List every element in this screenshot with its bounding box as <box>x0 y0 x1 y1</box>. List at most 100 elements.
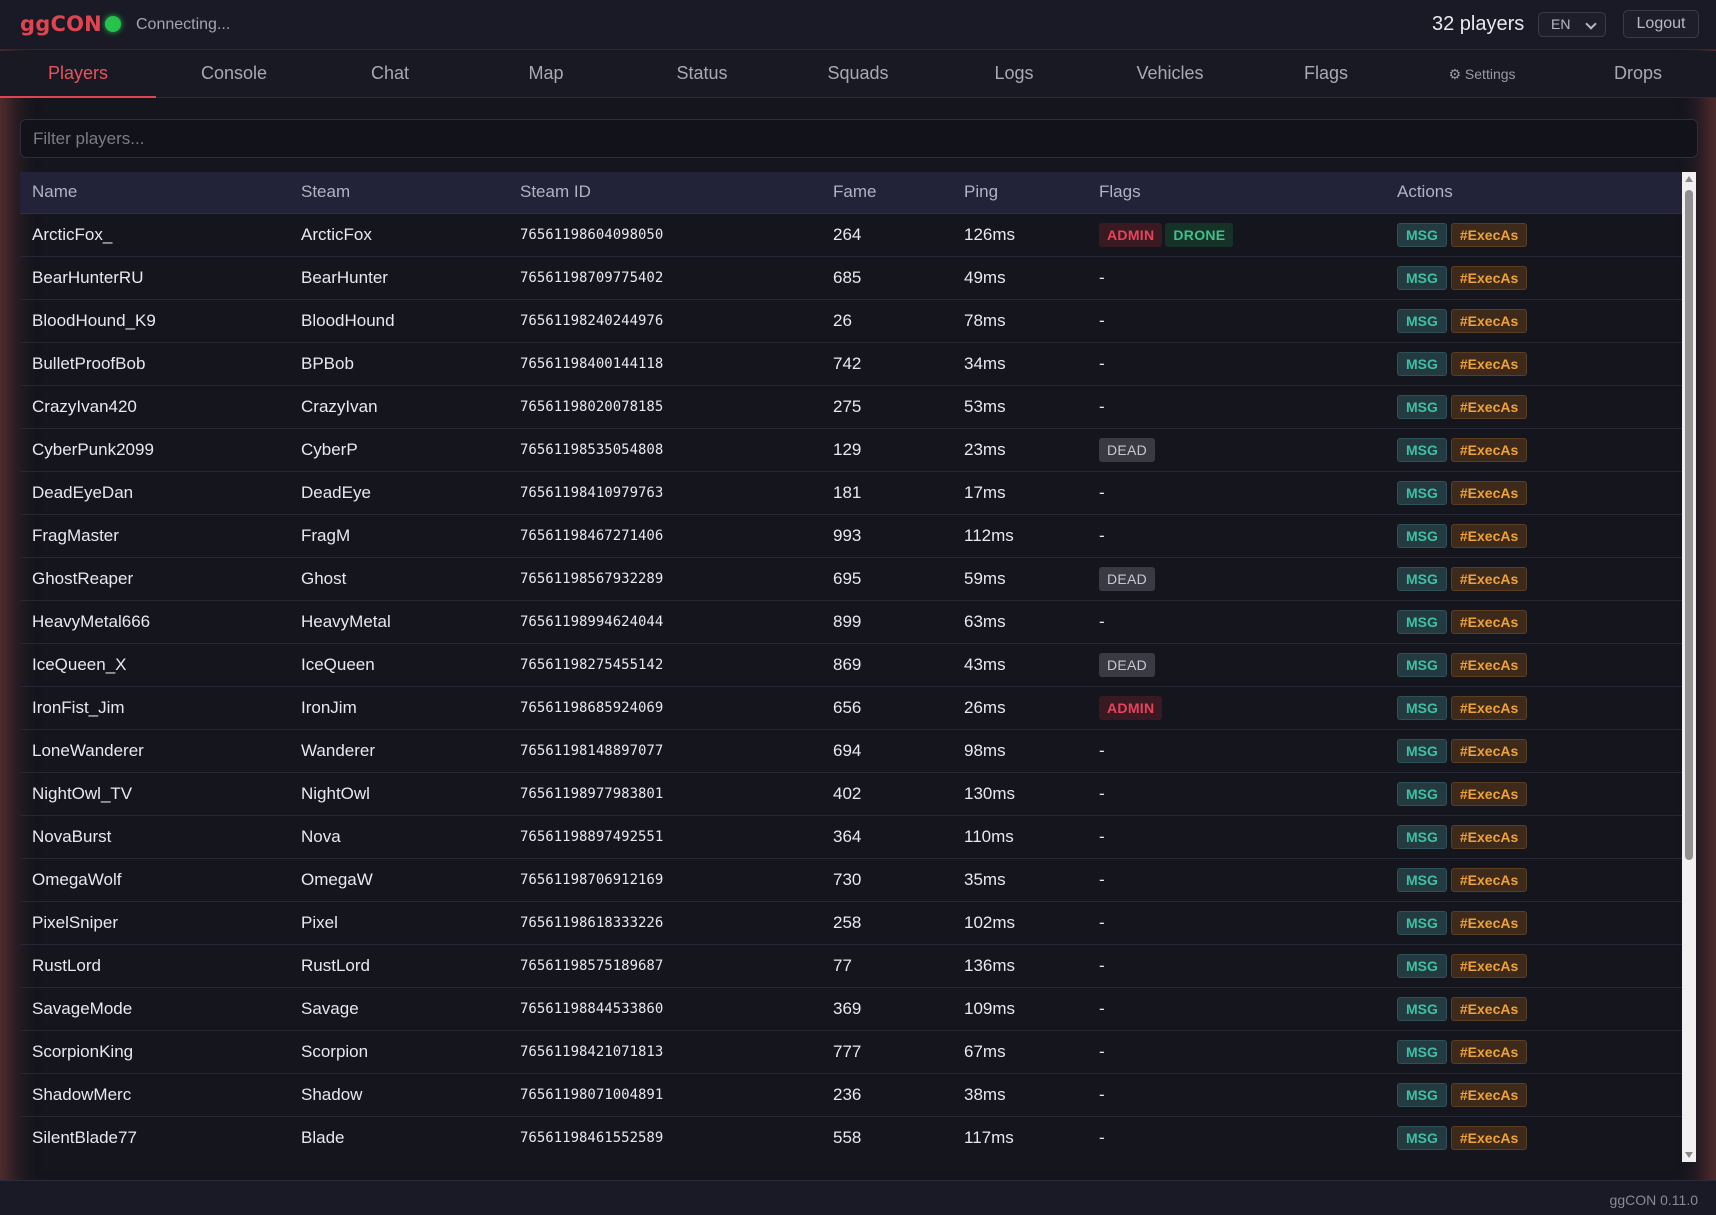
msg-button[interactable]: MSG <box>1397 437 1447 462</box>
exec-as-button[interactable]: #ExecAs <box>1450 265 1528 290</box>
table-row[interactable]: LoneWanderer Wanderer 76561198148897077 694… <box>20 729 1682 772</box>
tab-flags[interactable]: Flags <box>1248 51 1404 98</box>
table-row[interactable]: BearHunterRU BearHunter 76561198709775402 6… <box>20 256 1682 299</box>
table-row[interactable]: GhostReaper Ghost 76561198567932289 695 59ms… <box>20 557 1682 600</box>
table-row[interactable]: ShadowMerc Shadow 76561198071004891 236 38ms… <box>20 1073 1682 1116</box>
msg-button[interactable]: MSG <box>1397 910 1447 935</box>
column-header-flags[interactable]: Flags <box>1087 172 1385 214</box>
msg-button[interactable]: MSG <box>1397 480 1447 505</box>
scrollbar-thumb[interactable] <box>1685 190 1693 860</box>
actions-cell: MSG #ExecAs <box>1385 428 1682 471</box>
exec-as-button[interactable]: #ExecAs <box>1450 867 1528 892</box>
table-row[interactable]: DeadEyeDan DeadEye 76561198410979763 181 17m… <box>20 471 1682 514</box>
exec-as-button[interactable]: #ExecAs <box>1450 695 1528 720</box>
tab-status[interactable]: Status <box>624 51 780 98</box>
column-header-name[interactable]: Name <box>20 172 289 214</box>
column-header-ping[interactable]: Ping <box>952 172 1087 214</box>
table-row[interactable]: HeavyMetal666 HeavyMetal 76561198994624044… <box>20 600 1682 643</box>
msg-button[interactable]: MSG <box>1397 308 1447 333</box>
exec-as-button[interactable]: #ExecAs <box>1450 222 1528 247</box>
table-row[interactable]: NovaBurst Nova 76561198897492551 364 110ms - M… <box>20 815 1682 858</box>
msg-button[interactable]: MSG <box>1397 394 1447 419</box>
tab-map[interactable]: Map <box>468 51 624 98</box>
exec-as-button[interactable]: #ExecAs <box>1450 437 1528 462</box>
msg-button[interactable]: MSG <box>1397 609 1447 634</box>
table-row[interactable]: FragMaster FragM 76561198467271406 993 112ms… <box>20 514 1682 557</box>
actions-cell: MSG #ExecAs <box>1385 729 1682 772</box>
column-header-steam-id[interactable]: Steam ID <box>508 172 821 214</box>
msg-button[interactable]: MSG <box>1397 1082 1447 1107</box>
exec-as-button[interactable]: #ExecAs <box>1450 996 1528 1021</box>
tab-vehicles[interactable]: Vehicles <box>1092 51 1248 98</box>
table-row[interactable]: BulletProofBob BPBob 76561198400144118 742 3… <box>20 342 1682 385</box>
filter-players-input[interactable] <box>20 119 1698 158</box>
fame-value: 777 <box>833 1041 862 1061</box>
tab-console[interactable]: Console <box>156 51 312 98</box>
msg-button[interactable]: MSG <box>1397 523 1447 548</box>
exec-as-button[interactable]: #ExecAs <box>1450 1039 1528 1064</box>
table-row[interactable]: CyberPunk2099 CyberP 76561198535054808 129 2… <box>20 428 1682 471</box>
table-row[interactable]: SilentBlade77 Blade 76561198461552589 558 11… <box>20 1116 1682 1155</box>
table-row[interactable]: RustLord RustLord 76561198575189687 77 136ms… <box>20 944 1682 987</box>
table-row[interactable]: IceQueen_X IceQueen 76561198275455142 869 43… <box>20 643 1682 686</box>
tab-players[interactable]: Players <box>0 51 156 98</box>
msg-button[interactable]: MSG <box>1397 351 1447 376</box>
msg-button[interactable]: MSG <box>1397 695 1447 720</box>
table-row[interactable]: SavageMode Savage 76561198844533860 369 109m… <box>20 987 1682 1030</box>
msg-button[interactable]: MSG <box>1397 996 1447 1021</box>
msg-button[interactable]: MSG <box>1397 566 1447 591</box>
column-header-fame[interactable]: Fame <box>821 172 952 214</box>
player-name: NightOwl_TV <box>32 783 133 803</box>
msg-button[interactable]: MSG <box>1397 953 1447 978</box>
app-window: ggCON Connecting... 32 players EN Logout… <box>0 0 1716 1215</box>
scroll-down-icon[interactable] <box>1685 1152 1693 1158</box>
msg-button[interactable]: MSG <box>1397 265 1447 290</box>
table-row[interactable]: ArcticFox_ ArcticFox 76561198604098050 264 1… <box>20 213 1682 256</box>
ping-value: 112ms <box>964 525 1014 545</box>
msg-button[interactable]: MSG <box>1397 222 1447 247</box>
table-row[interactable]: IronFist_Jim IronJim 76561198685924069 656 2… <box>20 686 1682 729</box>
msg-button[interactable]: MSG <box>1397 824 1447 849</box>
exec-as-button[interactable]: #ExecAs <box>1450 824 1528 849</box>
msg-button[interactable]: MSG <box>1397 1039 1447 1064</box>
table-row[interactable]: PixelSniper Pixel 76561198618333226 258 102m… <box>20 901 1682 944</box>
tab-drops[interactable]: Drops <box>1560 51 1716 98</box>
flags-cell: - <box>1087 987 1385 1030</box>
tab-logs[interactable]: Logs <box>936 51 1092 98</box>
column-header-steam[interactable]: Steam <box>289 172 508 214</box>
msg-button[interactable]: MSG <box>1397 652 1447 677</box>
exec-as-button[interactable]: #ExecAs <box>1450 652 1528 677</box>
ping-value: 126ms <box>964 224 1016 244</box>
exec-as-button[interactable]: #ExecAs <box>1450 953 1528 978</box>
exec-as-button[interactable]: #ExecAs <box>1450 394 1528 419</box>
exec-as-button[interactable]: #ExecAs <box>1450 566 1528 591</box>
exec-as-button[interactable]: #ExecAs <box>1450 308 1528 333</box>
table-row[interactable]: ScorpionKing Scorpion 76561198421071813 777… <box>20 1030 1682 1073</box>
exec-as-button[interactable]: #ExecAs <box>1450 351 1528 376</box>
tab-settings[interactable]: ⚙ Settings <box>1404 51 1560 98</box>
tab-chat[interactable]: Chat <box>312 51 468 98</box>
msg-button[interactable]: MSG <box>1397 738 1447 763</box>
exec-as-button[interactable]: #ExecAs <box>1450 781 1528 806</box>
logout-button[interactable]: Logout <box>1623 10 1699 38</box>
msg-button[interactable]: MSG <box>1397 1125 1447 1150</box>
table-row[interactable]: OmegaWolf OmegaW 76561198706912169 730 35ms -… <box>20 858 1682 901</box>
exec-as-button[interactable]: #ExecAs <box>1450 1082 1528 1107</box>
table-row[interactable]: NightOwl_TV NightOwl 76561198977983801 402 1… <box>20 772 1682 815</box>
actions-cell: MSG #ExecAs <box>1385 643 1682 686</box>
exec-as-button[interactable]: #ExecAs <box>1450 480 1528 505</box>
table-row[interactable]: CrazyIvan420 CrazyIvan 76561198020078185 27… <box>20 385 1682 428</box>
exec-as-button[interactable]: #ExecAs <box>1450 609 1528 634</box>
exec-as-button[interactable]: #ExecAs <box>1450 1125 1528 1150</box>
exec-as-button[interactable]: #ExecAs <box>1450 910 1528 935</box>
msg-button[interactable]: MSG <box>1397 781 1447 806</box>
msg-button[interactable]: MSG <box>1397 867 1447 892</box>
table-row[interactable]: BloodHound_K9 BloodHound 76561198240244976… <box>20 299 1682 342</box>
tab-squads[interactable]: Squads <box>780 51 936 98</box>
exec-as-button[interactable]: #ExecAs <box>1450 738 1528 763</box>
exec-as-button[interactable]: #ExecAs <box>1450 523 1528 548</box>
language-select[interactable]: EN <box>1538 12 1606 37</box>
table-scrollbar[interactable] <box>1682 172 1696 1162</box>
scroll-up-icon[interactable] <box>1685 176 1693 182</box>
player-name: GhostReaper <box>32 568 134 588</box>
